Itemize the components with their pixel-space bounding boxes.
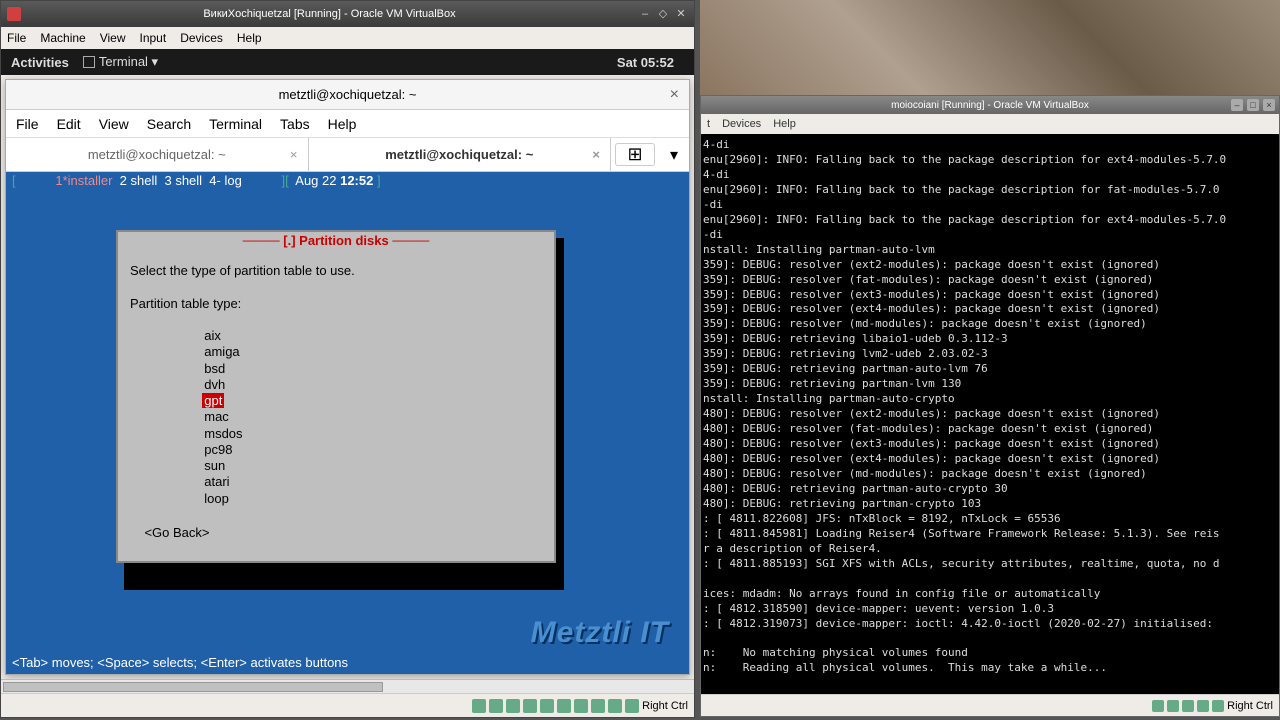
watermark: Metztli IT — [531, 616, 669, 650]
gnome-top-bar: Activities Terminal ▾ Sat 05:52 — [1, 49, 694, 75]
partition-option[interactable]: dvh — [202, 377, 227, 392]
terminal-tabs: metztli@xochiquetzal: ~ × metztli@xochiqu… — [6, 138, 689, 172]
close-button[interactable]: ✕ — [674, 7, 688, 21]
dialog-hint: <Tab> moves; <Space> selects; <Enter> ac… — [12, 655, 348, 670]
dialog-prompt: Select the type of partition table to us… — [130, 263, 355, 278]
activities-button[interactable]: Activities — [11, 55, 69, 70]
partition-option-selected[interactable]: gpt — [202, 393, 224, 408]
maximize-button[interactable]: ◇ — [656, 7, 670, 21]
vm2-menubar: t Devices Help — [701, 114, 1279, 134]
optical-icon[interactable] — [489, 699, 503, 713]
dialog-body: Select the type of partition table to us… — [120, 249, 552, 559]
partition-dialog: ──── [.] Partition disks ──── Select the… — [116, 230, 556, 563]
shared-folder-icon[interactable] — [557, 699, 571, 713]
mouse-icon[interactable] — [625, 699, 639, 713]
display-icon[interactable] — [574, 699, 588, 713]
desktop-background — [700, 0, 1280, 95]
close-button[interactable]: × — [1263, 99, 1275, 111]
vm2-statusbar: Right Ctrl — [701, 694, 1279, 716]
dialog-title: ──── [.] Partition disks ──── — [120, 233, 552, 248]
menu-help[interactable]: Help — [237, 31, 262, 45]
terminal-tab[interactable]: metztli@xochiquetzal: ~ × — [6, 138, 309, 171]
hdd-icon[interactable] — [1152, 700, 1164, 712]
clock[interactable]: Sat 05:52 — [617, 55, 674, 70]
mouse-icon[interactable] — [1212, 700, 1224, 712]
term-menu-file[interactable]: File — [16, 116, 39, 132]
go-back-button[interactable]: <Go Back> — [130, 525, 542, 541]
menu-item[interactable]: t — [707, 118, 710, 130]
partition-option[interactable]: amiga — [202, 344, 241, 359]
dialog-label: Partition table type: — [130, 296, 241, 311]
scrollbar-thumb[interactable] — [3, 682, 383, 692]
maximize-button[interactable]: □ — [1247, 99, 1259, 111]
tab-menu-button[interactable]: ▾ — [659, 145, 689, 165]
new-tab-button[interactable]: ⊞ — [615, 143, 655, 166]
terminal-body[interactable]: [ 1*installer 2 shell 3 shell 4- log ][ … — [6, 172, 689, 674]
terminal-titlebar[interactable]: metztli@xochiquetzal: ~ × — [6, 80, 689, 110]
vm2-window: moiocoiani [Running] - Oracle VM Virtual… — [700, 95, 1280, 717]
partition-option[interactable]: msdos — [202, 426, 244, 441]
partition-option[interactable]: atari — [202, 474, 231, 489]
usb-icon[interactable] — [1182, 700, 1194, 712]
partition-option[interactable]: pc98 — [202, 442, 234, 457]
recording-icon[interactable] — [591, 699, 605, 713]
terminal-icon — [83, 56, 95, 68]
terminal-tab[interactable]: metztli@xochiquetzal: ~ × — [309, 138, 612, 171]
term-menu-edit[interactable]: Edit — [57, 116, 81, 132]
display-icon[interactable] — [1197, 700, 1209, 712]
vm1-window: ВикиXochiquetzal [Running] - Oracle VM V… — [0, 0, 695, 718]
screen-status-line: [ 1*installer 2 shell 3 shell 4- log ][ … — [6, 172, 689, 189]
host-key-label: Right Ctrl — [1227, 700, 1273, 712]
vm2-titlebar[interactable]: moiocoiani [Running] - Oracle VM Virtual… — [701, 96, 1279, 114]
term-menu-help[interactable]: Help — [328, 116, 357, 132]
term-menu-search[interactable]: Search — [147, 116, 191, 132]
menu-input[interactable]: Input — [140, 31, 167, 45]
vm1-statusbar: Right Ctrl — [1, 693, 694, 717]
usb-icon[interactable] — [540, 699, 554, 713]
tab-label: metztli@xochiquetzal: ~ — [88, 147, 226, 162]
network-icon[interactable] — [523, 699, 537, 713]
vm1-titlebar[interactable]: ВикиXochiquetzal [Running] - Oracle VM V… — [1, 1, 694, 27]
host-key-label: Right Ctrl — [642, 700, 688, 712]
partition-option[interactable]: aix — [202, 328, 223, 343]
vm1-menubar: File Machine View Input Devices Help — [1, 27, 694, 49]
tab-label: metztli@xochiquetzal: ~ — [385, 147, 533, 162]
menu-file[interactable]: File — [7, 31, 26, 45]
menu-machine[interactable]: Machine — [40, 31, 85, 45]
menu-view[interactable]: View — [100, 31, 126, 45]
vm1-title-text: ВикиXochiquetzal [Running] - Oracle VM V… — [25, 8, 634, 20]
partition-option[interactable]: mac — [202, 409, 231, 424]
menu-devices[interactable]: Devices — [180, 31, 223, 45]
terminal-window: metztli@xochiquetzal: ~ × File Edit View… — [5, 79, 690, 675]
terminal-menubar: File Edit View Search Terminal Tabs Help — [6, 110, 689, 138]
horizontal-scrollbar[interactable] — [1, 679, 694, 693]
vm2-console[interactable]: 4-di enu[2960]: INFO: Falling back to th… — [701, 134, 1279, 694]
network-icon[interactable] — [1167, 700, 1179, 712]
vm2-title-text: moiocoiani [Running] - Oracle VM Virtual… — [891, 100, 1089, 111]
terminal-title-text: metztli@xochiquetzal: ~ — [279, 87, 417, 102]
partition-option[interactable]: loop — [202, 491, 231, 506]
tab-close-icon[interactable]: × — [290, 147, 298, 162]
tab-close-icon[interactable]: × — [592, 147, 600, 162]
virtualbox-icon — [7, 7, 21, 21]
app-menu[interactable]: Terminal ▾ — [83, 54, 158, 70]
minimize-button[interactable]: – — [638, 7, 652, 21]
app-menu-label: Terminal ▾ — [99, 54, 158, 70]
term-menu-view[interactable]: View — [99, 116, 129, 132]
partition-option[interactable]: sun — [202, 458, 227, 473]
cpu-icon[interactable] — [608, 699, 622, 713]
audio-icon[interactable] — [506, 699, 520, 713]
minimize-button[interactable]: – — [1231, 99, 1243, 111]
term-menu-tabs[interactable]: Tabs — [280, 116, 310, 132]
menu-help[interactable]: Help — [773, 118, 796, 130]
terminal-close-button[interactable]: × — [670, 86, 679, 104]
term-menu-terminal[interactable]: Terminal — [209, 116, 262, 132]
hdd-icon[interactable] — [472, 699, 486, 713]
menu-devices[interactable]: Devices — [722, 118, 761, 130]
partition-option[interactable]: bsd — [202, 361, 227, 376]
